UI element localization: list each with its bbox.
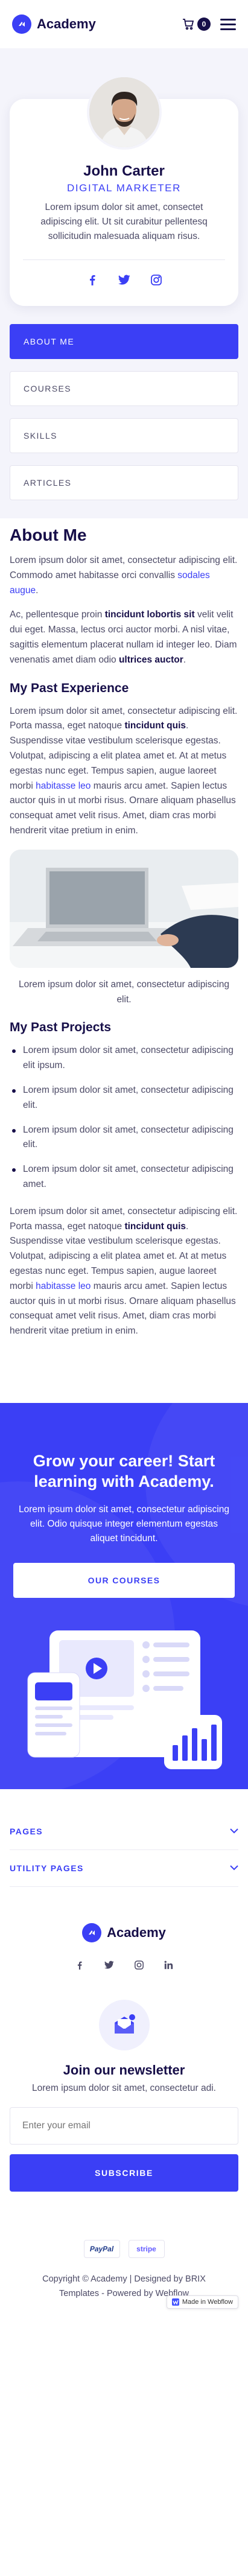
subscribe-button[interactable]: SUBSCRIBE xyxy=(10,2154,238,2192)
cart-icon xyxy=(183,19,194,30)
profile-section: John Carter DIGITAL MARKETER Lorem ipsum… xyxy=(0,48,248,325)
twitter-icon[interactable] xyxy=(118,275,130,285)
projects-list: Lorem ipsum dolor sit amet, consectetur … xyxy=(10,1043,238,1192)
final-paragraph: Lorem ipsum dolor sit amet, consectetur … xyxy=(10,1204,238,1339)
footer-brand-link[interactable]: Academy xyxy=(10,1922,238,1942)
newsletter-text: Lorem ipsum dolor sit amet, consectetur … xyxy=(32,2082,216,2093)
about-p2-end: . xyxy=(183,654,186,665)
exp-text-a: Lorem ipsum dolor sit amet, consectetur … xyxy=(10,705,238,731)
about-p2-a: Ac, pellentesque proin xyxy=(10,609,105,620)
about-content: About Me Lorem ipsum dolor sit amet, con… xyxy=(0,518,248,1367)
our-courses-button[interactable]: OUR COURSES xyxy=(13,1563,235,1598)
cta-illustration xyxy=(13,1624,235,1775)
email-field[interactable] xyxy=(10,2107,238,2145)
webflow-badge-label: Made in Webflow xyxy=(182,2298,233,2306)
facebook-icon[interactable] xyxy=(87,275,98,286)
made-in-webflow-badge[interactable]: Made in Webflow xyxy=(166,2295,238,2309)
instagram-icon[interactable] xyxy=(134,1961,144,1973)
cta-heading: Grow your career! Start learning with Ac… xyxy=(33,1451,215,1490)
tab-skills[interactable]: SKILLS xyxy=(10,418,238,454)
footer-utility-pages-toggle[interactable]: UTILITY PAGES xyxy=(10,1850,238,1887)
final-bold: tincidunt quis xyxy=(124,1221,186,1232)
paypal-logo: PayPal xyxy=(83,2239,120,2258)
linkedin-icon[interactable] xyxy=(164,1961,173,1973)
twitter-icon[interactable] xyxy=(104,1961,114,1973)
facebook-icon[interactable] xyxy=(75,1961,84,1973)
newsletter: Join our newsletter Lorem ipsum dolor si… xyxy=(10,1999,238,2192)
footer-pages-label: PAGES xyxy=(10,1826,43,1836)
final-link[interactable]: habitasse leo xyxy=(36,1281,91,1291)
about-paragraph-1: Lorem ipsum dolor sit amet, consectetur … xyxy=(10,553,238,598)
profile-avatar xyxy=(86,75,162,150)
list-item: Lorem ipsum dolor sit amet, consectetur … xyxy=(10,1043,238,1073)
profile-name: John Carter xyxy=(83,163,165,179)
tab-about-me[interactable]: ABOUT ME xyxy=(10,324,238,360)
webflow-icon xyxy=(171,2298,179,2306)
about-p1-end: . xyxy=(36,585,39,596)
list-item: Lorem ipsum dolor sit amet, consectetur … xyxy=(10,1083,238,1113)
exp-link[interactable]: habitasse leo xyxy=(36,781,91,791)
profile-bio: Lorem ipsum dolor sit amet, consectet ad… xyxy=(40,202,208,242)
photo-caption: Lorem ipsum dolor sit amet, consectetur … xyxy=(19,979,229,1005)
experience-paragraph: Lorem ipsum dolor sit amet, consectetur … xyxy=(10,704,238,839)
academy-logo-icon xyxy=(12,14,31,34)
about-p2-bold-2: ultrices auctor xyxy=(118,654,183,665)
list-item: Lorem ipsum dolor sit amet, consectetur … xyxy=(10,1162,238,1192)
newsletter-heading: Join our newsletter xyxy=(63,2062,185,2078)
cta-section: Grow your career! Start learning with Ac… xyxy=(0,1402,248,1789)
profile-tabs: ABOUT ME COURSES SKILLS ARTICLES xyxy=(0,324,248,519)
academy-logo-icon xyxy=(82,1922,102,1942)
profile-role: DIGITAL MARKETER xyxy=(66,182,181,194)
chevron-down-icon xyxy=(230,1865,238,1871)
copyright-line-1: Copyright © Academy | Designed by BRIX xyxy=(42,2274,206,2284)
footer: PAGES UTILITY PAGES Academy Join our new… xyxy=(0,1789,248,2327)
about-p2-bold-1: tincidunt lobortis sit xyxy=(104,609,195,620)
payment-logos: PayPal stripe xyxy=(10,2239,238,2258)
list-item: Lorem ipsum dolor sit amet, consectetur … xyxy=(10,1123,238,1153)
tab-courses[interactable]: COURSES xyxy=(10,371,238,407)
exp-bold: tincidunt quis xyxy=(124,720,186,731)
newsletter-mail-icon xyxy=(98,1999,150,2050)
instagram-icon[interactable] xyxy=(150,275,162,285)
stripe-logo: stripe xyxy=(128,2239,165,2258)
cta-text: Lorem ipsum dolor sit amet, consectetur … xyxy=(19,1504,229,1544)
chevron-down-icon xyxy=(230,1828,238,1834)
laptop-photo xyxy=(10,849,238,968)
nav-actions: 0 xyxy=(182,17,236,31)
footer-brand-name: Academy xyxy=(107,1924,166,1940)
profile-card: John Carter DIGITAL MARKETER Lorem ipsum… xyxy=(10,75,238,307)
brand-name: Academy xyxy=(37,16,96,31)
footer-pages-toggle[interactable]: PAGES xyxy=(10,1813,238,1850)
profile-divider xyxy=(23,259,225,261)
final-text-a: Lorem ipsum dolor sit amet, consectetur … xyxy=(10,1206,238,1232)
profile-socials xyxy=(23,275,225,286)
hamburger-menu-icon[interactable] xyxy=(220,18,236,30)
about-heading: About Me xyxy=(10,526,87,545)
tab-articles[interactable]: ARTICLES xyxy=(10,465,238,501)
cart-button[interactable]: 0 xyxy=(182,17,211,31)
brand-logo-link[interactable]: Academy xyxy=(12,14,96,34)
footer-utility-label: UTILITY PAGES xyxy=(10,1863,84,1873)
cart-count-badge: 0 xyxy=(197,17,211,31)
top-nav: Academy 0 xyxy=(0,0,248,48)
footer-socials xyxy=(10,1961,238,1973)
projects-heading: My Past Projects xyxy=(10,1020,112,1035)
experience-heading: My Past Experience xyxy=(10,681,129,695)
about-paragraph-2: Ac, pellentesque proin tincidunt loborti… xyxy=(10,608,238,667)
